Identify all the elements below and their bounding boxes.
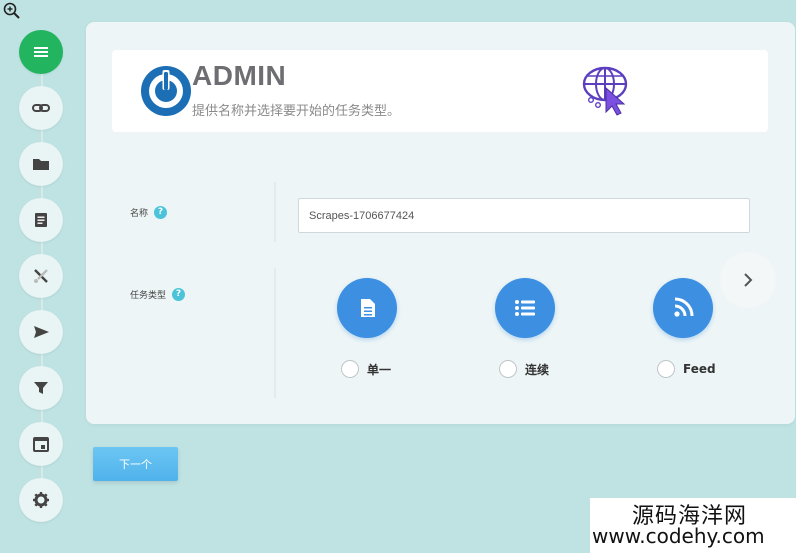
type-label-text: 任务类型: [130, 291, 167, 301]
watermark-url: www.codehy.com: [592, 524, 765, 548]
type-single-radio-row: 单一: [341, 360, 391, 378]
step-send[interactable]: [19, 310, 63, 354]
watermark: 源码海洋网 www.codehy.com: [590, 498, 796, 553]
help-icon[interactable]: ?: [154, 206, 168, 219]
folder-icon: [33, 159, 49, 170]
type-continuous-label: 连续: [525, 362, 550, 377]
name-field-label: 名称 ?: [130, 206, 168, 219]
link-icon: [32, 104, 50, 112]
filter-icon: [34, 382, 48, 394]
name-input[interactable]: [298, 198, 750, 233]
banner-subtitle: 提供名称并选择要开始的任务类型。: [192, 104, 401, 119]
task-card: ADMIN 提供名称并选择要开始的任务类型。 名称 ? 任务类型 ?: [86, 22, 795, 424]
type-feed-radio-row: Feed: [657, 360, 716, 378]
banner: ADMIN 提供名称并选择要开始的任务类型。: [112, 50, 768, 132]
type-continuous-button[interactable]: [495, 278, 555, 338]
type-single-radio[interactable]: [341, 360, 359, 378]
type-continuous-radio-row: 连续: [499, 360, 549, 378]
list-icon: [515, 300, 535, 316]
type-option-single: 单一: [313, 278, 423, 388]
form-divider: [274, 268, 276, 398]
type-option-feed: Feed: [629, 278, 739, 388]
web-globe-cursor-icon: [582, 66, 628, 116]
step-link[interactable]: [19, 86, 63, 130]
type-feed-radio[interactable]: [657, 360, 675, 378]
step-tools[interactable]: [19, 254, 63, 298]
next-arrow-button[interactable]: [720, 252, 776, 308]
power-logo-icon: [141, 66, 191, 116]
rss-icon: [674, 297, 694, 317]
type-continuous-radio[interactable]: [499, 360, 517, 378]
step-document[interactable]: [19, 198, 63, 242]
step-folder[interactable]: [19, 142, 63, 186]
type-field-label: 任务类型 ?: [130, 288, 186, 301]
document-icon: [361, 299, 375, 317]
zoom-in-icon[interactable]: [2, 1, 22, 21]
document-icon: [35, 213, 47, 227]
menu-icon: [34, 47, 48, 57]
gear-icon: [33, 492, 49, 508]
step-calendar[interactable]: [19, 422, 63, 466]
tools-icon: [34, 269, 48, 283]
calendar-icon: [33, 437, 49, 452]
form-divider: [274, 182, 276, 242]
next-button[interactable]: 下一个: [93, 447, 178, 481]
type-option-continuous: 连续: [471, 278, 581, 388]
help-icon[interactable]: ?: [172, 288, 186, 301]
step-menu[interactable]: [19, 30, 63, 74]
type-feed-label: Feed: [683, 362, 716, 376]
type-single-button[interactable]: [337, 278, 397, 338]
send-icon: [34, 326, 49, 338]
chevron-right-icon: [744, 273, 753, 287]
step-settings[interactable]: [19, 478, 63, 522]
step-filter[interactable]: [19, 366, 63, 410]
type-single-label: 单一: [367, 362, 392, 377]
type-feed-button[interactable]: [653, 278, 713, 338]
logo-text: ADMIN: [192, 60, 287, 91]
name-label-text: 名称: [130, 209, 149, 219]
step-rail: [16, 30, 68, 530]
